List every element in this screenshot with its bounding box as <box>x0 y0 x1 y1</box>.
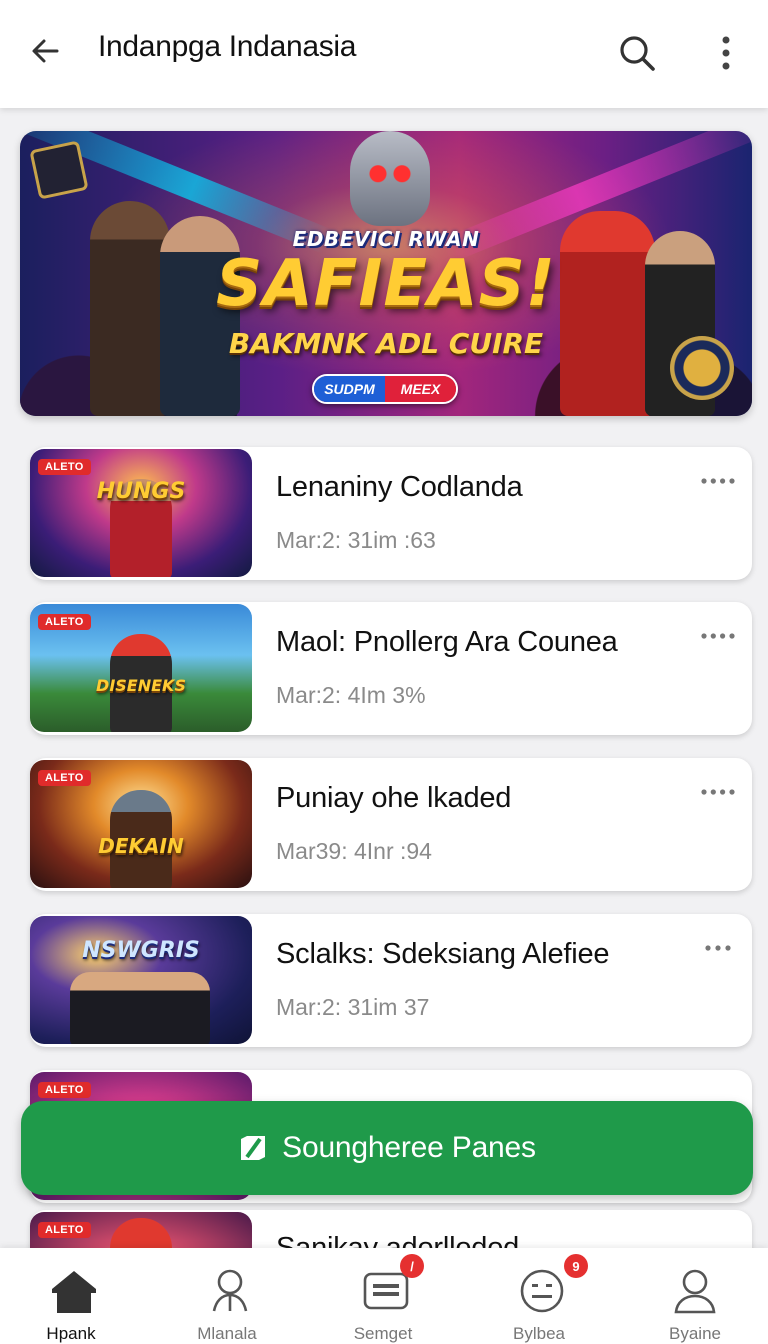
nav-label: Byaine <box>669 1324 721 1343</box>
item-meta: Mar:2: 4Im 3% <box>276 682 426 708</box>
item-thumbnail: DISENEKS ALETO <box>30 604 252 732</box>
hero-cta-pill[interactable]: SUDPM MEEX <box>312 374 458 404</box>
item-more-button[interactable] <box>698 626 738 646</box>
item-title: Sclalks: Sdeksiang Alefiee <box>276 938 610 970</box>
item-meta: Mar39: 4Inr :94 <box>276 838 432 864</box>
hero-card-decoration <box>29 140 89 200</box>
item-title: Lenaniny Codlanda <box>276 471 523 503</box>
item-badge: ALETO <box>38 1082 91 1098</box>
item-thumbnail: DEKAIN ALETO <box>30 760 252 888</box>
more-horizontal-icon <box>701 789 735 795</box>
item-title: Maol: Pnollerg Ara Counea <box>276 626 618 658</box>
hero-title: SAFIEAS! <box>216 247 556 321</box>
more-options-button[interactable] <box>706 28 746 78</box>
primary-action-button[interactable]: Soungheree Panes <box>21 1101 753 1195</box>
nav-label: Bylbea <box>513 1324 565 1343</box>
hero-pill-left: SUDPM <box>314 376 385 402</box>
slash-box-icon <box>241 1136 266 1160</box>
search-button[interactable] <box>612 28 662 78</box>
hero-pill-right: MEEX <box>385 376 456 402</box>
hero-tagline: BAKMNK ADL CUIRE <box>228 327 544 360</box>
hero-robot-character <box>350 131 430 226</box>
face-icon-wrap <box>517 1266 567 1316</box>
item-thumbnail: HUNGS ALETO <box>30 449 252 577</box>
more-vertical-icon <box>722 36 730 70</box>
face-icon <box>520 1269 564 1313</box>
page-title: Indanpga Indanasia <box>98 30 357 63</box>
nav-item-bylbea[interactable]: 9 Bylbea <box>474 1248 604 1344</box>
item-more-button[interactable] <box>698 471 738 491</box>
more-horizontal-icon <box>705 945 731 951</box>
arrow-left-icon <box>32 39 59 63</box>
thumbnail-title: DEKAIN <box>98 834 184 858</box>
message-icon <box>363 1272 409 1310</box>
nav-item-semget[interactable]: / Semget <box>318 1248 448 1344</box>
item-meta: Mar:2: 31im :63 <box>276 527 436 553</box>
nav-label: Semget <box>353 1324 413 1343</box>
nav-item-home[interactable]: Hpank <box>6 1248 136 1344</box>
user-pin-icon <box>212 1269 248 1312</box>
thumbnail-title: NSWGRIS <box>82 938 200 963</box>
nav-item-mlanala[interactable]: Mlanala <box>162 1248 292 1344</box>
more-horizontal-icon <box>701 633 735 639</box>
more-horizontal-icon <box>701 478 735 484</box>
back-button[interactable] <box>22 28 68 74</box>
item-badge: ALETO <box>38 770 91 786</box>
thumbnail-title: DISENEKS <box>96 676 186 695</box>
app-header: Indanpga Indanasia <box>0 0 768 108</box>
nav-badge: 9 <box>564 1254 588 1278</box>
list-item[interactable]: DISENEKS ALETO Maol: Pnollerg Ara Counea… <box>30 602 752 735</box>
thumbnail-title: HUNGS <box>96 479 186 504</box>
user-pin-icon-wrap <box>205 1266 255 1316</box>
item-title: Puniay ohe lkaded <box>276 782 512 814</box>
primary-action-label: Soungheree Panes <box>282 1131 536 1164</box>
nav-label: Hpank <box>46 1324 96 1343</box>
item-badge: ALETO <box>38 1222 91 1238</box>
hero-banner[interactable]: EDBEVICI RWAN SAFIEAS! BAKMNK ADL CUIRE … <box>20 131 752 416</box>
nav-badge: / <box>400 1254 424 1278</box>
item-badge: ALETO <box>38 614 91 630</box>
thumbnail-characters <box>70 972 210 1044</box>
home-icon-wrap <box>49 1266 99 1316</box>
item-thumbnail: NSWGRIS <box>30 916 252 1044</box>
item-more-button[interactable] <box>698 938 738 958</box>
list-item[interactable]: NSWGRIS Sclalks: Sdeksiang Alefiee Mar:2… <box>30 914 752 1047</box>
nav-label: Mlanala <box>197 1324 257 1343</box>
nav-item-byaine[interactable]: Byaine <box>630 1248 760 1344</box>
search-icon <box>620 36 655 71</box>
item-more-button[interactable] <box>698 782 738 802</box>
profile-icon-wrap <box>670 1266 720 1316</box>
bottom-navigation: Hpank Mlanala / Semget 9 Bylbea Byaine <box>0 1248 768 1344</box>
home-icon <box>52 1271 96 1313</box>
list-item[interactable]: DEKAIN ALETO Puniay ohe lkaded Mar39: 4I… <box>30 758 752 891</box>
item-meta: Mar:2: 31im 37 <box>276 994 430 1020</box>
list-item[interactable]: HUNGS ALETO Lenaniny Codlanda Mar:2: 31i… <box>30 447 752 580</box>
profile-icon <box>674 1269 716 1314</box>
item-badge: ALETO <box>38 459 91 475</box>
